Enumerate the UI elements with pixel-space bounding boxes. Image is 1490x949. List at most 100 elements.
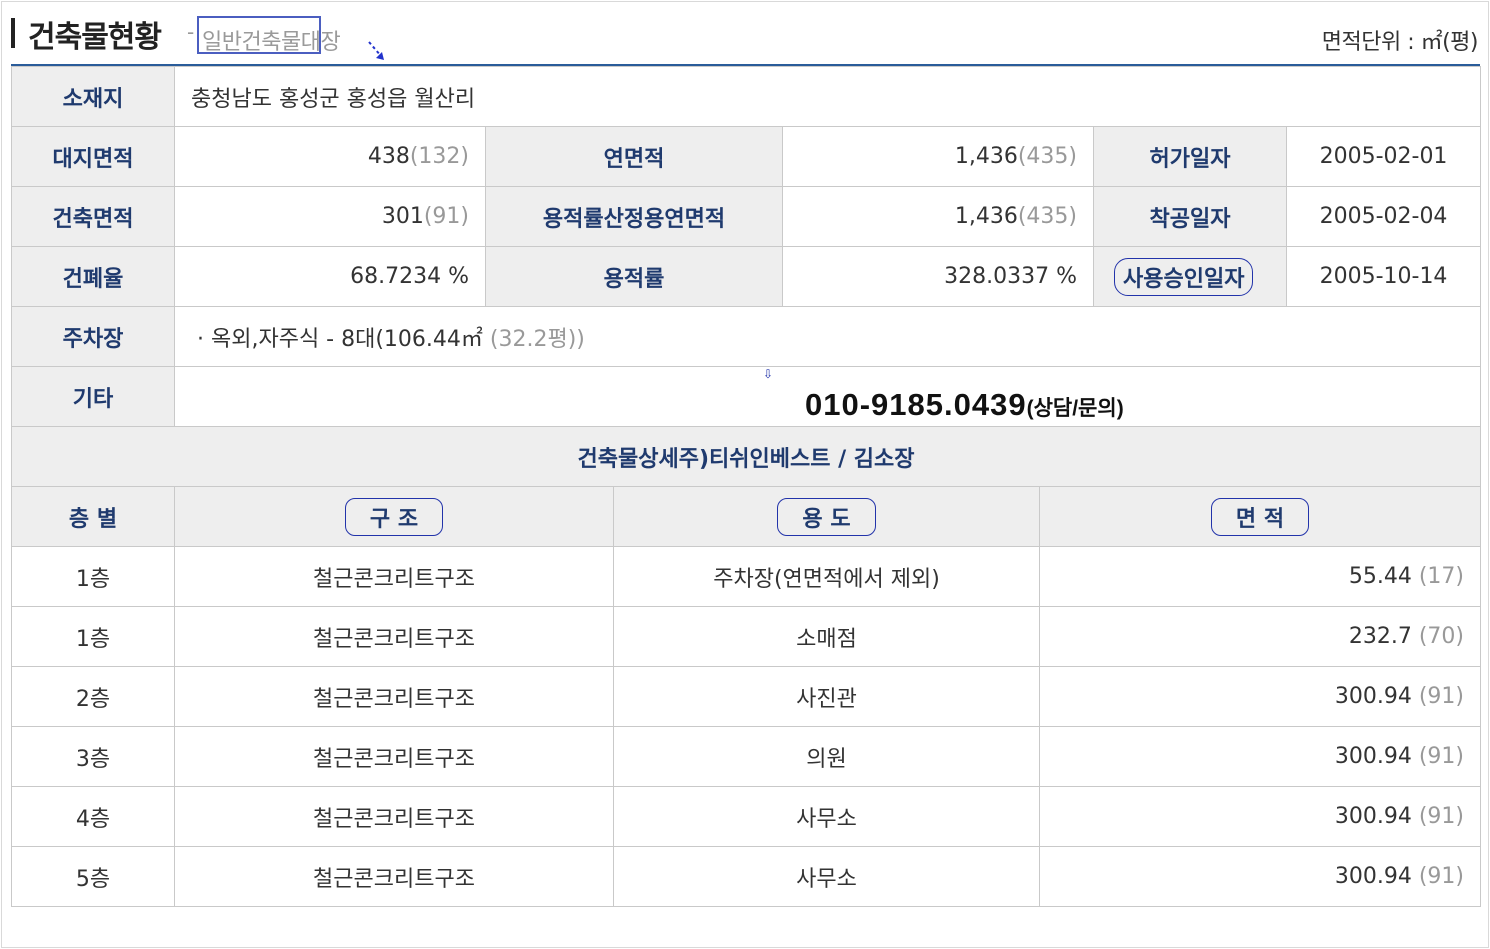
area-value: 232.7 <box>1348 624 1412 649</box>
row-parking: 주차장 · 옥외,자주식 - 8대(106.44㎡ (32.2평)) <box>11 306 1482 367</box>
approval-date-header-cell: 사용승인일자 <box>1093 246 1287 307</box>
phone-number: 010-9185.0439 <box>805 387 1027 422</box>
area-cell: 300.94 (91) <box>1039 666 1481 727</box>
table-row: 2층 철근콘크리트구조 사진관 300.94 (91) <box>11 666 1481 727</box>
area-pyeong: (91) <box>1418 684 1464 709</box>
use-cell: 사진관 <box>613 666 1040 727</box>
structure-cell: 철근콘크리트구조 <box>174 846 614 907</box>
col-header-area: 면 적 <box>1210 497 1310 536</box>
table-row: 1층 철근콘크리트구조 주차장(연면적에서 제외) 55.44 (17) <box>11 546 1481 607</box>
total-floor-area-label: 연면적 <box>485 126 783 187</box>
detail-section-title: 건축물상세주)티쉬인베스트 / 김소장 <box>10 426 1482 487</box>
parking-cell: · 옥외,자주식 - 8대(106.44㎡ (32.2평)) <box>173 306 1482 367</box>
col-header-use: 용 도 <box>777 497 876 536</box>
area-value: 300.94 <box>1334 864 1412 889</box>
building-area-label: 건축면적 <box>11 186 175 247</box>
area-value: 55.44 <box>1348 564 1412 589</box>
col-header-use-cell: 용 도 <box>613 486 1040 547</box>
row-site-area: 대지면적 438(132) 연면적 1,436(435) 허가일자 2005-0… <box>11 126 1482 187</box>
location-value: 충청남도 홍성군 홍성읍 월산리 <box>173 66 1482 127</box>
area-value: 300.94 <box>1334 744 1412 769</box>
page-title: 건축물현황 <box>28 20 162 55</box>
use-cell: 주차장(연면적에서 제외) <box>613 546 1040 607</box>
table-row: 4층 철근콘크리트구조 사무소 300.94 (91) <box>11 786 1481 847</box>
building-area-pyeong: (91) <box>423 204 469 229</box>
site-area-pyeong: (132) <box>409 144 469 169</box>
row-detail-title: 건축물상세주)티쉬인베스트 / 김소장 <box>10 426 1482 487</box>
use-cell: 사무소 <box>613 786 1040 847</box>
structure-cell: 철근콘크리트구조 <box>174 786 614 847</box>
building-info-table: 소재지 충청남도 홍성군 홍성읍 월산리 대지면적 438(132) 연면적 1… <box>10 66 1482 907</box>
use-cell: 의원 <box>613 726 1040 787</box>
page-subtitle: 일반건축물대장 <box>202 30 341 55</box>
col-header-structure: 구 조 <box>344 497 444 536</box>
page-header: 건축물현황 - 일반건축물대장 면적단위 : ㎡(평) <box>10 8 1480 60</box>
area-cell: 232.7 (70) <box>1039 606 1481 667</box>
total-floor-area-pyeong: (435) <box>1017 144 1077 169</box>
area-pyeong: (91) <box>1418 864 1464 889</box>
use-cell: 사무소 <box>613 846 1040 907</box>
table-row: 3층 철근콘크리트구조 의원 300.94 (91) <box>11 726 1481 787</box>
location-label: 소재지 <box>11 66 175 127</box>
approval-date-label: 사용승인일자 <box>1114 257 1254 296</box>
far-floor-area-label: 용적률산정용연면적 <box>485 186 783 247</box>
table-row: 5층 철근콘크리트구조 사무소 300.94 (91) <box>11 846 1481 907</box>
parking-value: · 옥외,자주식 - 8대(106.44㎡ <box>197 326 483 352</box>
area-cell: 300.94 (91) <box>1039 846 1481 907</box>
col-header-structure-cell: 구 조 <box>174 486 614 547</box>
total-floor-area-value: 1,436 <box>954 144 1018 169</box>
area-cell: 300.94 (91) <box>1039 786 1481 847</box>
row-other: 기타 ⇩ 010-9185.0439(상담/문의) <box>11 366 1482 427</box>
floor-cell: 1층 <box>11 546 175 607</box>
site-area-cell: 438(132) <box>174 126 486 187</box>
floor-cell: 2층 <box>11 666 175 727</box>
site-area-value: 438 <box>367 144 410 169</box>
arrow-icon <box>368 41 384 60</box>
area-unit-label: 면적단위 : ㎡(평) <box>1321 30 1479 55</box>
permit-date-value: 2005-02-01 <box>1285 126 1482 187</box>
title-bar <box>11 18 15 48</box>
structure-cell: 철근콘크리트구조 <box>174 726 614 787</box>
col-header-area-cell: 면 적 <box>1039 486 1481 547</box>
far-floor-area-value: 1,436 <box>954 204 1018 229</box>
detail-rows: 1층 철근콘크리트구조 주차장(연면적에서 제외) 55.44 (17) 1층 … <box>11 546 1481 907</box>
floor-cell: 5층 <box>11 846 175 907</box>
area-value: 300.94 <box>1334 684 1412 709</box>
parking-label: 주차장 <box>11 306 175 367</box>
row-building-area: 건축면적 301(91) 용적률산정용연면적 1,436(435) 착공일자 2… <box>11 186 1482 247</box>
area-value: 300.94 <box>1334 804 1412 829</box>
title-dash: - <box>187 20 195 44</box>
permit-date-label: 허가일자 <box>1093 126 1287 187</box>
area-cell: 55.44 (17) <box>1039 546 1481 607</box>
coverage-ratio-value: 68.7234 % <box>174 246 486 307</box>
contact-phone: 010-9185.0439(상담/문의) <box>805 387 1124 423</box>
floor-area-ratio-value: 328.0337 % <box>782 246 1094 307</box>
row-location: 소재지 충청남도 홍성군 홍성읍 월산리 <box>11 66 1482 127</box>
table-row: 1층 철근콘크리트구조 소매점 232.7 (70) <box>11 606 1481 667</box>
phone-suffix: (상담/문의) <box>1026 397 1124 420</box>
row-coverage-ratio: 건폐율 68.7234 % 용적률 328.0337 % 사용승인일자 2005… <box>11 246 1482 307</box>
far-floor-area-pyeong: (435) <box>1017 204 1077 229</box>
building-area-cell: 301(91) <box>174 186 486 247</box>
other-cell: ⇩ 010-9185.0439(상담/문의) <box>173 366 1482 427</box>
construction-start-value: 2005-02-04 <box>1285 186 1482 247</box>
structure-cell: 철근콘크리트구조 <box>174 546 614 607</box>
col-header-floor: 층 별 <box>11 486 175 547</box>
down-arrow-icon: ⇩ <box>763 367 774 381</box>
site-area-label: 대지면적 <box>11 126 175 187</box>
area-pyeong: (91) <box>1418 744 1464 769</box>
far-floor-area-cell: 1,436(435) <box>782 186 1094 247</box>
building-area-value: 301 <box>381 204 424 229</box>
floor-detail-table: 층 별 구 조 용 도 면 적 1층 철근콘크리트구조 주차장(연면적에서 제외… <box>11 486 1481 907</box>
approval-date-value: 2005-10-14 <box>1285 246 1482 307</box>
use-cell: 소매점 <box>613 606 1040 667</box>
structure-cell: 철근콘크리트구조 <box>174 666 614 727</box>
parking-pyeong: (32.2평)) <box>489 326 585 352</box>
coverage-ratio-label: 건폐율 <box>11 246 175 307</box>
other-label: 기타 <box>11 366 175 427</box>
area-pyeong: (70) <box>1418 624 1464 649</box>
floor-area-ratio-label: 용적률 <box>485 246 783 307</box>
floor-cell: 3층 <box>11 726 175 787</box>
area-cell: 300.94 (91) <box>1039 726 1481 787</box>
detail-header-row: 층 별 구 조 용 도 면 적 <box>11 486 1481 547</box>
